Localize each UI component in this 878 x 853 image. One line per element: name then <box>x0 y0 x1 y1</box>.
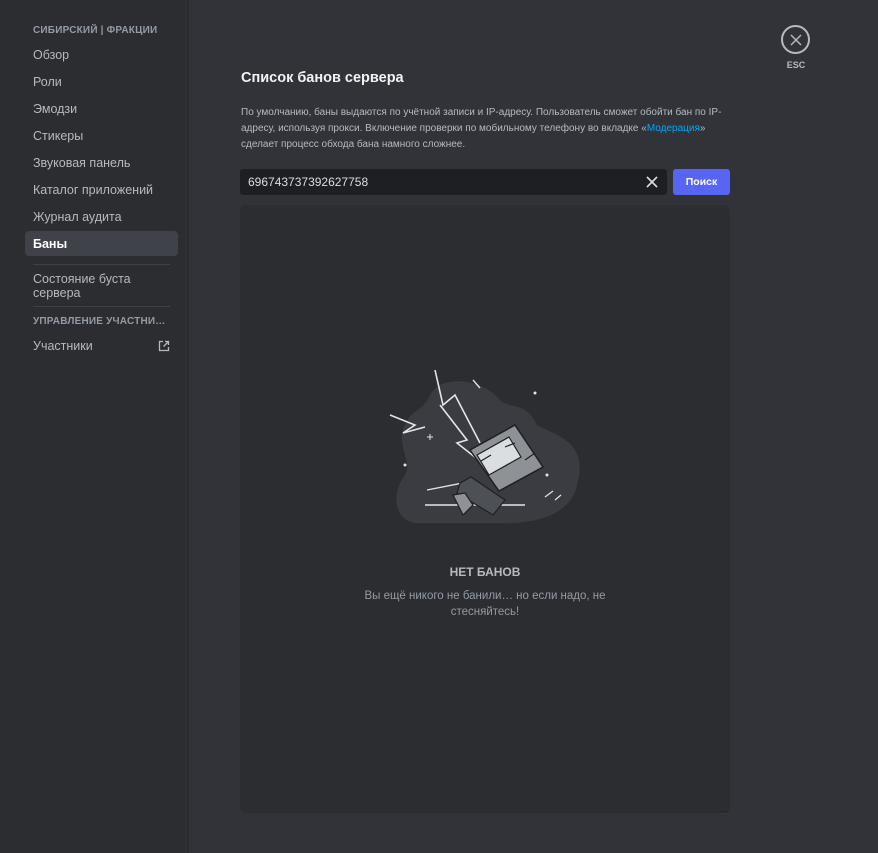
sidebar-item-soundboard[interactable]: Звуковая панель <box>25 150 178 175</box>
settings-sidebar: СИБИРСКИЙ | ФРАКЦИИ Обзор Роли Эмодзи Ст… <box>0 0 189 853</box>
sidebar-item-label: Состояние буста сервера <box>33 271 131 300</box>
bans-description: По умолчанию, баны выдаются по учётной з… <box>241 105 731 153</box>
clear-icon[interactable] <box>645 175 659 189</box>
moderation-link[interactable]: Модерация <box>647 123 700 134</box>
ban-hammer-icon <box>389 369 580 524</box>
close-button[interactable] <box>781 25 810 54</box>
sidebar-item-label: Каталог приложений <box>33 182 154 197</box>
sidebar-divider <box>33 264 170 265</box>
close-icon <box>789 33 802 46</box>
sidebar-item-label: Журнал аудита <box>33 209 122 224</box>
sidebar-item-overview[interactable]: Обзор <box>25 42 178 67</box>
sidebar-item-label: Баны <box>33 236 68 251</box>
search-box <box>240 169 667 195</box>
bans-page: Список банов сервера По умолчанию, баны … <box>189 0 878 853</box>
sidebar-item-members[interactable]: Участники <box>25 333 178 358</box>
sidebar-item-label: Участники <box>33 338 93 353</box>
sidebar-item-roles[interactable]: Роли <box>25 69 178 94</box>
page-title: Список банов сервера <box>241 70 404 86</box>
sidebar-divider <box>33 306 170 307</box>
sidebar-item-label: Эмодзи <box>33 101 78 116</box>
server-name-header: СИБИРСКИЙ | ФРАКЦИИ <box>33 25 158 36</box>
sidebar-item-app-directory[interactable]: Каталог приложений <box>25 177 178 202</box>
sidebar-item-label: Звуковая панель <box>33 155 131 170</box>
sidebar-item-label: Обзор <box>33 47 70 62</box>
sidebar-item-stickers[interactable]: Стикеры <box>25 123 178 148</box>
sidebar-item-label: Роли <box>33 74 62 89</box>
esc-label: ESC <box>786 60 806 70</box>
sidebar-item-bans[interactable]: Баны <box>25 231 178 256</box>
bans-list-panel: НЕТ БАНОВ Вы ещё никого не банили… но ес… <box>240 205 730 813</box>
empty-state-description: Вы ещё никого не банили… но если надо, н… <box>364 590 606 618</box>
search-button[interactable]: Поиск <box>673 169 730 195</box>
external-link-icon <box>158 340 170 351</box>
search-input[interactable] <box>248 175 645 189</box>
sidebar-item-emoji[interactable]: Эмодзи <box>25 96 178 121</box>
sidebar-item-server-boost[interactable]: Состояние буста сервера <box>25 271 178 300</box>
members-management-header: УПРАВЛЕНИЕ УЧАСТНИКА... <box>33 316 170 327</box>
sidebar-item-label: Стикеры <box>33 128 84 143</box>
close-control: ESC <box>781 25 811 70</box>
empty-state-title: НЕТ БАНОВ <box>449 565 521 579</box>
sidebar-item-audit-log[interactable]: Журнал аудита <box>25 204 178 229</box>
